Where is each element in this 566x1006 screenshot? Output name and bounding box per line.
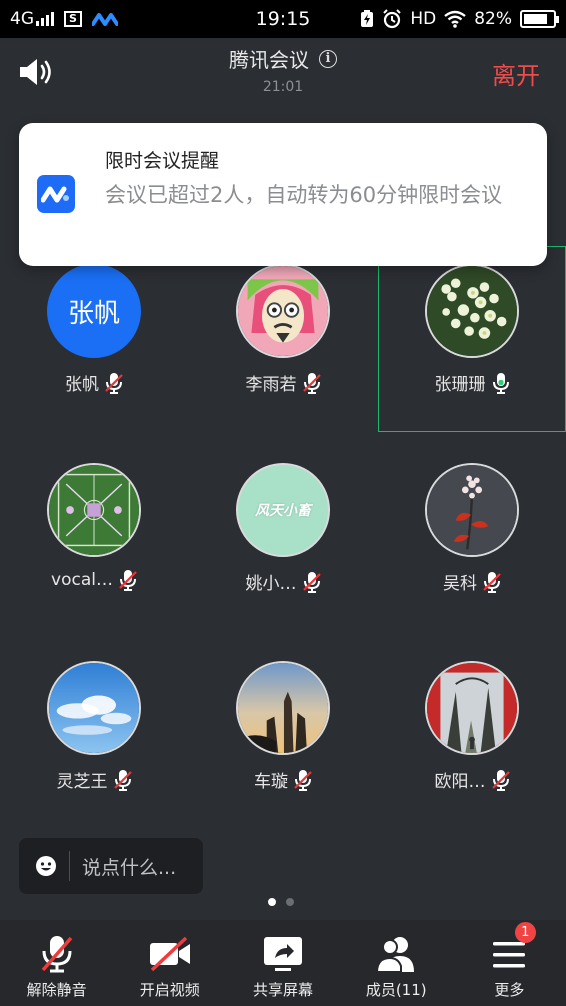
participant-name: 灵芝王 xyxy=(56,772,108,792)
unmute-label: 解除静音 xyxy=(26,981,87,999)
participant-tile[interactable]: 李雨若 xyxy=(189,246,377,432)
participant-name: vocal… xyxy=(51,570,113,590)
chat-input[interactable]: 说点什么... xyxy=(19,838,203,894)
share-screen-icon xyxy=(264,937,302,971)
meeting-header: 腾讯会议 i 21:01 离开 xyxy=(0,38,566,108)
network-type: 4G xyxy=(10,9,34,29)
participant-name: 姚小… xyxy=(245,574,297,594)
info-icon[interactable]: i xyxy=(319,49,337,68)
notification-message: 会议已超过2人，自动转为60分钟限时会议 xyxy=(105,183,503,207)
alarm-icon xyxy=(383,9,402,29)
video-off-icon xyxy=(149,936,190,972)
participant-tile[interactable]: 车璇 xyxy=(189,643,377,829)
notification-badge: 1 xyxy=(514,922,536,943)
avatar xyxy=(425,264,519,358)
network-indicator: 4G xyxy=(10,9,54,29)
mic-muted-icon xyxy=(41,936,72,973)
mic-muted-icon xyxy=(119,570,137,591)
chat-placeholder: 说点什么... xyxy=(82,856,177,879)
page-dot-active[interactable] xyxy=(268,898,276,906)
share-screen-button[interactable]: 共享屏幕 xyxy=(226,920,339,1006)
mic-muted-icon xyxy=(113,769,132,791)
avatar xyxy=(47,463,141,557)
mic-muted-icon xyxy=(491,769,510,791)
battery-icon xyxy=(520,10,559,28)
participant-tile[interactable]: 灵芝王 xyxy=(0,643,188,829)
participant-tile[interactable]: 风天小畜 姚小… xyxy=(189,445,377,631)
avatar xyxy=(47,661,141,755)
tencent-meeting-notification-icon xyxy=(92,13,118,26)
start-video-button[interactable]: 开启视频 xyxy=(113,920,226,1006)
sim-icon: S xyxy=(64,11,82,27)
participant-name: 车璇 xyxy=(254,772,288,792)
wifi-icon xyxy=(444,10,466,28)
participant-name: 欧阳… xyxy=(434,772,486,792)
participant-name: 李雨若 xyxy=(245,375,297,395)
battery-percent: 82% xyxy=(474,9,512,29)
meeting-title-text: 腾讯会议 xyxy=(229,48,309,72)
start-video-label: 开启视频 xyxy=(139,981,200,999)
mic-muted-icon xyxy=(302,571,321,593)
participant-name: 吴科 xyxy=(443,574,477,594)
leave-button[interactable]: 离开 xyxy=(492,56,540,91)
chat-divider xyxy=(69,851,70,881)
hd-indicator: HD xyxy=(410,9,437,29)
unmute-button[interactable]: 解除静音 xyxy=(0,920,113,1006)
avatar xyxy=(425,661,519,755)
mic-muted-icon xyxy=(483,571,501,593)
participant-name: 张帆 xyxy=(65,375,99,395)
participant-tile[interactable]: 欧阳… xyxy=(378,643,566,829)
avatar xyxy=(236,661,330,755)
status-bar: 4G S 19:15 HD 82% xyxy=(0,0,566,38)
members-button[interactable]: 成员(11) xyxy=(340,920,453,1006)
avatar: 张帆 xyxy=(47,264,141,358)
avatar: 风天小畜 xyxy=(236,463,330,557)
avatar xyxy=(236,264,330,358)
members-label: 成员(11) xyxy=(365,981,427,999)
bottom-toolbar: 解除静音 开启视频 共享屏幕 成员(11) 1 更多 xyxy=(0,920,566,1006)
participant-tile[interactable]: vocal… xyxy=(0,445,188,631)
tencent-meeting-logo-icon xyxy=(37,175,75,213)
avatar xyxy=(425,463,519,557)
notification-title: 限时会议提醒 xyxy=(105,150,220,172)
time-limit-notification[interactable]: 限时会议提醒 会议已超过2人，自动转为60分钟限时会议 xyxy=(19,123,547,266)
mic-muted-icon xyxy=(302,372,321,394)
meeting-title[interactable]: 腾讯会议 i xyxy=(229,44,337,73)
participant-tile-active-speaker[interactable]: 张珊珊 xyxy=(378,246,566,432)
more-button[interactable]: 1 更多 xyxy=(453,920,566,1006)
emoji-icon[interactable] xyxy=(35,855,57,877)
mic-muted-icon xyxy=(105,372,123,394)
mic-on-icon xyxy=(492,372,509,394)
participant-name: 张珊珊 xyxy=(434,375,486,395)
signal-icon xyxy=(36,12,54,26)
more-label: 更多 xyxy=(494,981,525,999)
participant-tile[interactable]: 张帆 张帆 xyxy=(0,246,188,432)
meeting-timer: 21:01 xyxy=(262,79,304,95)
page-indicator xyxy=(268,898,294,906)
avatar-text: 风天小畜 xyxy=(255,503,311,519)
page-dot[interactable] xyxy=(286,898,294,906)
members-icon xyxy=(376,937,415,973)
battery-saver-icon xyxy=(361,10,374,27)
mic-muted-icon xyxy=(294,769,312,791)
participant-tile[interactable]: 吴科 xyxy=(378,445,566,631)
share-screen-label: 共享屏幕 xyxy=(253,981,314,999)
